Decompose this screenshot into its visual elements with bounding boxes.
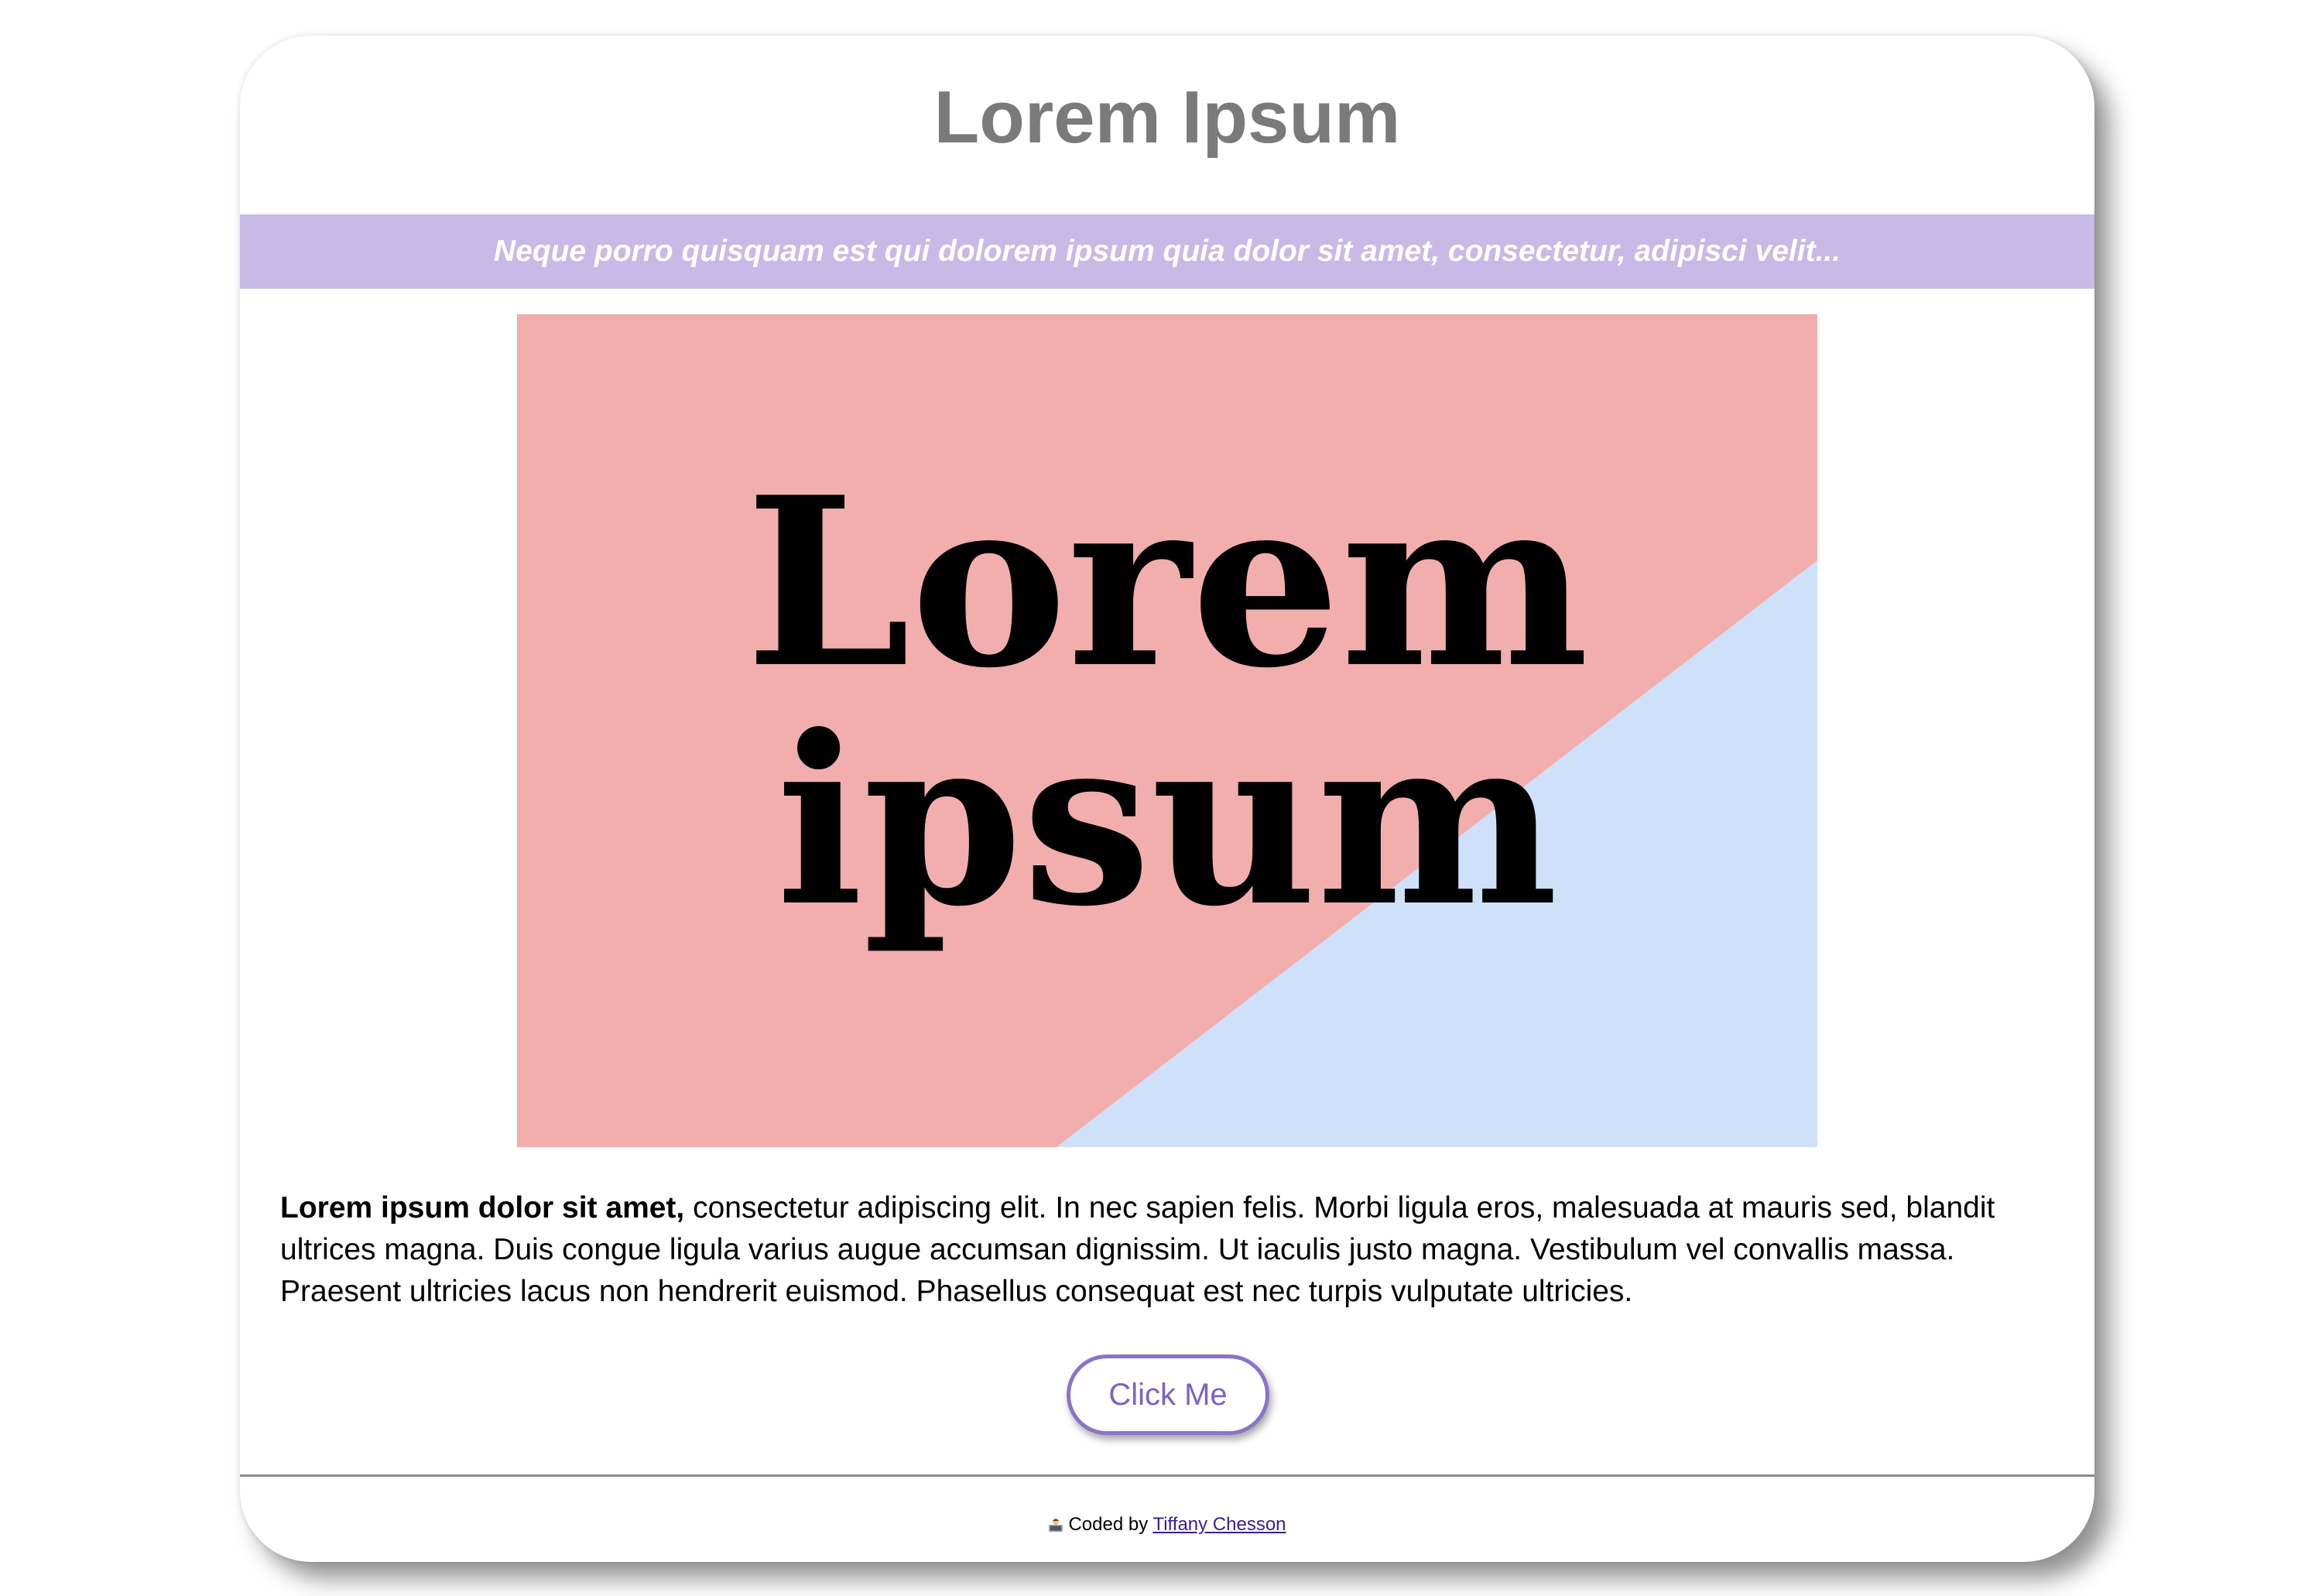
tagline-banner: Neque porro quisquam est qui dolorem ips… — [240, 214, 2094, 289]
page-title: Lorem Ipsum — [933, 76, 1401, 159]
author-link[interactable]: Tiffany Chesson — [1152, 1514, 1286, 1535]
footer: Coded by Tiffany Chesson — [240, 1514, 2094, 1536]
hero-word-ipsum: ipsum — [776, 684, 1558, 957]
tagline-text: Neque porro quisquam est qui dolorem ips… — [493, 235, 1841, 268]
body-paragraph: Lorem ipsum dolor sit amet, consectetur … — [280, 1187, 2060, 1313]
body-lead-bold: Lorem ipsum dolor sit amet, — [280, 1191, 685, 1224]
page-card: Lorem Ipsum Neque porro quisquam est qui… — [240, 36, 2094, 1562]
hero-image: Lorem ipsum — [517, 314, 1817, 1147]
coder-emoji-icon — [1049, 1519, 1063, 1532]
footer-prefix: Coded by — [1068, 1514, 1149, 1535]
click-me-button[interactable]: Click Me — [1067, 1355, 1269, 1435]
hero-word-lorem: Lorem — [745, 446, 1589, 719]
footer-divider — [240, 1474, 2094, 1477]
